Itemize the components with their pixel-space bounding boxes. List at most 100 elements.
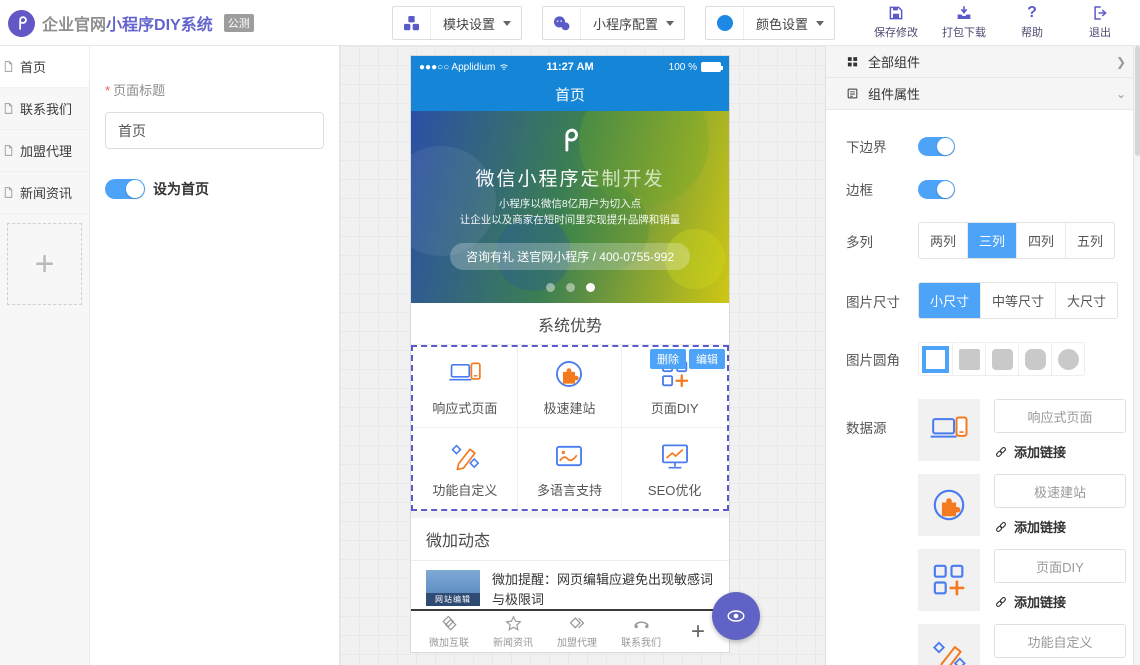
news-list-item[interactable]: 网站编辑 微加提醒：网页编辑应避免出现敏感词与极限词 — [411, 561, 729, 607]
exit-label: 退出 — [1089, 24, 1111, 40]
dot[interactable] — [566, 283, 575, 292]
help-button[interactable]: ? 帮助 — [1006, 4, 1058, 40]
chain-icon — [994, 520, 1008, 534]
datasource-item: 添加链接 — [918, 624, 1126, 665]
preview-button[interactable] — [712, 592, 760, 640]
all-components-header[interactable]: 全部组件 ❯ — [826, 46, 1140, 78]
laptop-phone-icon — [448, 357, 482, 391]
columns-option-4[interactable]: 四列 — [1016, 223, 1065, 258]
image-icon — [552, 439, 586, 473]
delete-component-button[interactable]: 删除 — [650, 349, 686, 369]
sidebar-item-label: 新闻资讯 — [20, 183, 72, 202]
star-icon — [504, 614, 523, 633]
component-props-header[interactable]: 组件属性 ⌄ — [826, 78, 1140, 110]
banner-cta-pill[interactable]: 咨询有礼 送官网小程序 / 400-0755-992 — [450, 243, 690, 270]
radius-option-3[interactable] — [1018, 343, 1051, 375]
tab-weijia[interactable]: 微加互联 — [417, 614, 481, 649]
inspector-scrollbar[interactable] — [1133, 46, 1140, 665]
app-logo-icon — [8, 10, 35, 37]
image-size-label: 图片尺寸 — [846, 291, 918, 311]
design-canvas: 11:27 AM ●●●○○ Applidium 100 % 首页 — [340, 46, 825, 665]
add-page-button[interactable]: + — [7, 223, 82, 305]
tags-icon — [568, 614, 587, 633]
component-tools: 删除 编辑 — [650, 349, 725, 369]
color-settings-button[interactable]: 颜色设置 — [705, 6, 835, 40]
download-label: 打包下载 — [942, 24, 986, 40]
add-link-button[interactable]: 添加链接 — [994, 592, 1126, 611]
package-download-button[interactable]: 打包下载 — [938, 4, 990, 40]
datasource-item: 添加链接 — [918, 399, 1126, 461]
save-icon — [887, 4, 905, 22]
advantage-section-title: 系统优势 — [411, 303, 729, 345]
exit-button[interactable]: 退出 — [1074, 4, 1126, 40]
grid-cell-fast-build[interactable]: 极速建站 — [518, 347, 623, 428]
columns-option-3-selected[interactable]: 三列 — [967, 223, 1016, 258]
tab-agent[interactable]: 加盟代理 — [545, 614, 609, 649]
add-link-button[interactable]: 添加链接 — [994, 442, 1126, 461]
radius-option-4[interactable] — [1051, 343, 1084, 375]
set-home-toggle[interactable] — [105, 179, 145, 199]
advantage-grid-component-selected[interactable]: 删除 编辑 响应式页面 极速建站 页面DIY — [411, 345, 729, 511]
image-radius-row: 图片圆角 — [846, 342, 1140, 376]
columns-option-2[interactable]: 两列 — [919, 223, 967, 258]
image-size-medium[interactable]: 中等尺寸 — [980, 283, 1055, 318]
datasource-item: 添加链接 — [918, 474, 1126, 536]
chevron-down-icon — [816, 21, 824, 26]
help-label: 帮助 — [1021, 24, 1043, 40]
tab-news[interactable]: 新闻资讯 — [481, 614, 545, 649]
grid-cell-seo[interactable]: SEO优化 — [622, 428, 727, 509]
section-spacer — [411, 511, 729, 518]
datasource-name-input[interactable] — [994, 549, 1126, 583]
eye-icon — [725, 605, 747, 627]
module-settings-button[interactable]: 模块设置 — [392, 6, 522, 40]
border-toggle[interactable] — [918, 180, 955, 199]
page-title-input[interactable] — [105, 112, 324, 149]
columns-row: 多列 两列 三列 四列 五列 — [846, 222, 1140, 259]
bottom-border-toggle[interactable] — [918, 137, 955, 156]
save-button[interactable]: 保存修改 — [870, 4, 922, 40]
columns-option-5[interactable]: 五列 — [1065, 223, 1114, 258]
chevron-down-icon — [503, 21, 511, 26]
scrollbar-thumb[interactable] — [1135, 46, 1140, 156]
image-size-large[interactable]: 大尺寸 — [1055, 283, 1117, 318]
news-thumbnail: 网站编辑 — [426, 570, 480, 606]
beta-badge: 公测 — [224, 14, 254, 32]
sidebar-item-home[interactable]: 首页 — [0, 46, 89, 88]
tab-contact[interactable]: 联系我们 — [609, 614, 673, 649]
miniprogram-config-button[interactable]: 小程序配置 — [542, 6, 685, 40]
banner-line1: 小程序以微信8亿用户为切入点 — [411, 196, 729, 212]
banner-slide[interactable]: 微信小程序定制开发 小程序以微信8亿用户为切入点 让企业以及商家在短时间里实现提… — [411, 111, 729, 303]
radius-option-1[interactable] — [952, 343, 985, 375]
sidebar-item-contact[interactable]: 联系我们 — [0, 88, 89, 130]
dot-active[interactable] — [586, 283, 595, 292]
image-size-row: 图片尺寸 小尺寸 中等尺寸 大尺寸 — [846, 282, 1140, 319]
grid-cell-responsive[interactable]: 响应式页面 — [413, 347, 518, 428]
page-icon — [2, 144, 15, 157]
datasource-name-input[interactable] — [994, 399, 1126, 433]
advantage-cells: 响应式页面 极速建站 页面DIY 功能自定义 — [413, 347, 727, 509]
dot[interactable] — [546, 283, 555, 292]
datasource-name-input[interactable] — [994, 474, 1126, 508]
radius-option-2[interactable] — [985, 343, 1018, 375]
phone-tab-bar: 微加互联 新闻资讯 加盟代理 联系我们 + — [411, 609, 729, 652]
sidebar-item-agent[interactable]: 加盟代理 — [0, 130, 89, 172]
datasource-row: 数据源 添加链接 — [846, 399, 1140, 665]
set-home-row: 设为首页 — [105, 179, 324, 199]
radius-option-0-selected[interactable] — [919, 343, 952, 375]
puzzle-icon — [552, 357, 586, 391]
banner-line2: 让企业以及商家在短时间里实现提升品牌和销量 — [411, 212, 729, 228]
image-size-small-selected[interactable]: 小尺寸 — [919, 283, 980, 318]
chain-icon — [994, 445, 1008, 459]
grid-cell-custom-function[interactable]: 功能自定义 — [413, 428, 518, 509]
edit-component-button[interactable]: 编辑 — [689, 349, 725, 369]
app-title: 企业官网小程序DIY系统 — [42, 11, 213, 35]
grid-cell-multilanguage[interactable]: 多语言支持 — [518, 428, 623, 509]
app-title-gray: 企业官网 — [42, 17, 106, 34]
save-label: 保存修改 — [874, 24, 918, 40]
sidebar-item-news[interactable]: 新闻资讯 — [0, 172, 89, 214]
add-link-button[interactable]: 添加链接 — [994, 517, 1126, 536]
phone-status-bar: 11:27 AM ●●●○○ Applidium 100 % — [411, 56, 729, 78]
banner-subtitle: 小程序以微信8亿用户为切入点 让企业以及商家在短时间里实现提升品牌和销量 — [411, 196, 729, 229]
datasource-name-input[interactable] — [994, 624, 1126, 658]
news-thumbnail-caption: 网站编辑 — [426, 593, 480, 606]
